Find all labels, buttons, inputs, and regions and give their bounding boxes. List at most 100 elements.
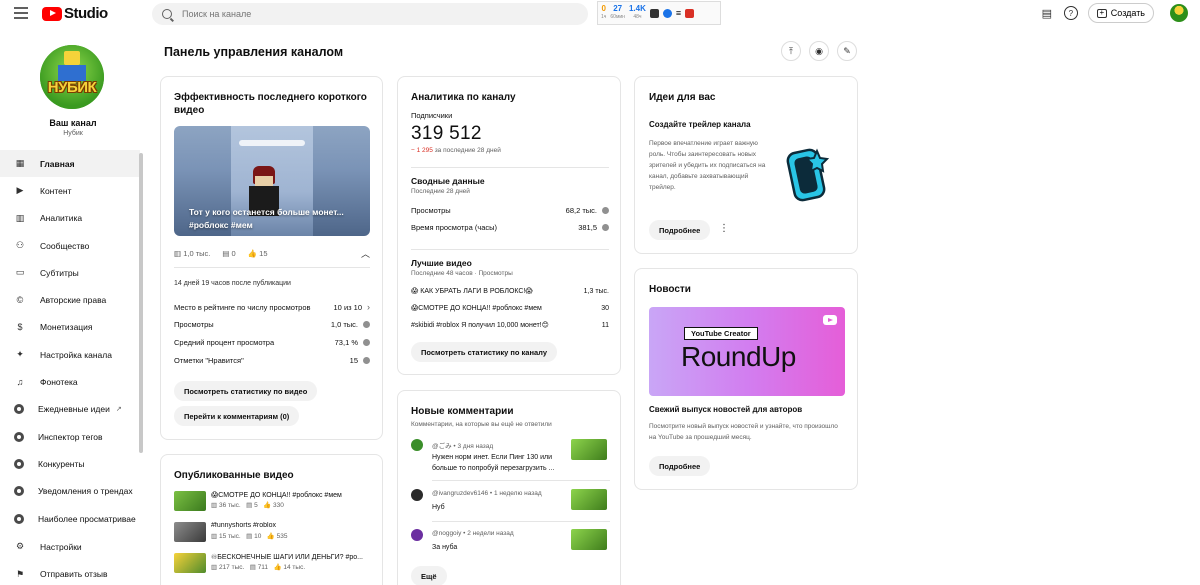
top-bar: Studio 01ч 2760мин 1.4K48ч ≡ ▤ ? + Созда… bbox=[0, 0, 1200, 29]
comments-icon: ▤ bbox=[222, 249, 230, 258]
ideas-subtitle: Создайте трейлер канала bbox=[649, 120, 751, 129]
summary-period: Последние 28 дней bbox=[411, 188, 470, 195]
info-icon[interactable] bbox=[363, 339, 370, 346]
news-image-label: YouTube Creator bbox=[684, 327, 758, 340]
logo-text: Studio bbox=[64, 5, 108, 22]
comments-subtitle: Комментарии, на которые вы ещё не ответи… bbox=[411, 421, 552, 428]
search-input[interactable] bbox=[182, 9, 562, 19]
avatar bbox=[411, 439, 423, 451]
upload-icon: ⤒ bbox=[789, 45, 793, 56]
video-thumbnail bbox=[571, 439, 607, 460]
ideas-card: Идеи для вас Создайте трейлер канала Пер… bbox=[634, 76, 858, 254]
info-icon[interactable] bbox=[363, 357, 370, 364]
sidebar-item-daily-ideas[interactable]: Ежедневные идеи ↗ bbox=[0, 396, 140, 423]
ext-grid-icon[interactable] bbox=[649, 8, 659, 18]
go-live-button[interactable]: ◉ bbox=[809, 41, 829, 61]
channel-handle: Нубик bbox=[63, 130, 83, 137]
help-icon[interactable]: ? bbox=[1063, 6, 1078, 20]
published-videos-card: Опубликованные видео 😱СМОТРЕ ДО КОНЦА!! … bbox=[160, 454, 383, 585]
ext-stat-48h: 1.4K 48ч bbox=[628, 4, 646, 21]
info-icon[interactable] bbox=[602, 207, 609, 214]
messages-icon[interactable]: ▤ bbox=[1040, 6, 1054, 20]
channel-stats-button[interactable]: Посмотреть статистику по каналу bbox=[411, 342, 558, 362]
summary-watchtime-row: Время просмотра (часы) 381,5 bbox=[411, 223, 609, 232]
sidebar-item-subtitles[interactable]: ▭ Субтитры bbox=[0, 259, 140, 286]
ext-logo-icon[interactable] bbox=[662, 8, 672, 18]
ideas-more-button[interactable]: Подробнее bbox=[649, 220, 711, 240]
sidebar-item-customization[interactable]: ✦ Настройка канала bbox=[0, 341, 140, 368]
top-video-row[interactable]: 😱СМОТРЕ ДО КОНЦА!! #роблокс #мем 30 bbox=[411, 304, 609, 313]
subtitles-icon: ▭ bbox=[15, 267, 25, 278]
top-video-row[interactable]: 😱 КАК УБРАТЬ ЛАГИ В РОБЛОКС!😱 1,3 тыс. bbox=[411, 287, 609, 296]
sidebar-item-monetization[interactable]: $ Монетизация bbox=[0, 314, 140, 341]
create-button[interactable]: + Создать bbox=[1087, 3, 1154, 23]
news-more-button[interactable]: Подробнее bbox=[649, 456, 711, 476]
sidebar-item-tag-inspector[interactable]: Инспектор тегов bbox=[0, 423, 140, 450]
community-icon: ⚇ bbox=[15, 240, 25, 251]
ext-stat-1h: 0 1ч bbox=[601, 4, 607, 21]
avatar bbox=[411, 529, 423, 541]
sidebar-item-community[interactable]: ⚇ Сообщество bbox=[0, 232, 140, 259]
sidebar-item-competitors[interactable]: Конкуренты bbox=[0, 450, 140, 477]
sidebar-item-most-viewed[interactable]: Наиболее просматривае bbox=[0, 505, 140, 532]
video-thumbnail bbox=[174, 491, 206, 511]
analytics-icon: ▥ bbox=[15, 212, 25, 223]
last-short-title: Эффективность последнего короткого видео bbox=[174, 92, 367, 116]
video-thumbnail bbox=[174, 553, 206, 573]
last-short-card: Эффективность последнего короткого видео… bbox=[160, 76, 383, 440]
top-video-row[interactable]: #skibidi #roblox Я получил 10,000 монет!… bbox=[411, 321, 609, 330]
sidebar-scrollbar[interactable] bbox=[139, 153, 143, 453]
edit-icon: ✎ bbox=[843, 45, 851, 56]
ext-alert-icon[interactable] bbox=[685, 8, 695, 18]
create-icon: + bbox=[1096, 8, 1107, 18]
sidebar-item-feedback[interactable]: ⚑ Отправить отзыв bbox=[0, 560, 140, 585]
avg-percent-row: Средний процент просмотра 73,1 % bbox=[174, 338, 370, 347]
external-link-icon: ↗ bbox=[115, 406, 122, 414]
sidebar-item-content[interactable]: ▶ Контент bbox=[0, 177, 140, 204]
views-icon: ▥ bbox=[174, 249, 182, 258]
video-stats-button[interactable]: Посмотреть статистику по видео bbox=[174, 381, 318, 401]
rank-row[interactable]: Место в рейтинге по числу просмотров 10 и… bbox=[174, 302, 370, 312]
news-text: Посмотрите новый выпуск новостей и узнай… bbox=[649, 423, 838, 441]
sidebar-item-analytics[interactable]: ▥ Аналитика bbox=[0, 205, 140, 232]
list-item[interactable]: ♾БЕСКОНЕЧНЫЕ ШАГИ ИЛИ ДЕНЬГИ? #ро... ▥ 2… bbox=[174, 553, 374, 575]
page-title: Панель управления каналом bbox=[164, 45, 344, 59]
comments-stat: ▤ 0 bbox=[222, 249, 236, 258]
sidebar-item-audio-library[interactable]: ♫ Фонотека bbox=[0, 368, 140, 395]
sidebar-item-settings[interactable]: ⚙ Настройки bbox=[0, 533, 140, 560]
create-post-button[interactable]: ✎ bbox=[837, 41, 857, 61]
search-bar[interactable] bbox=[152, 3, 588, 25]
account-avatar[interactable] bbox=[1170, 4, 1188, 22]
go-to-comments-button[interactable]: Перейти к комментариям (0) bbox=[174, 406, 300, 426]
most-viewed-icon bbox=[14, 513, 24, 524]
channel-name: Ваш канал bbox=[49, 118, 97, 128]
menu-icon[interactable] bbox=[14, 7, 28, 19]
chevron-right-icon: › bbox=[367, 302, 370, 312]
info-icon[interactable] bbox=[363, 321, 370, 328]
channel-avatar[interactable]: НУБИК bbox=[40, 45, 104, 109]
sidebar-item-dashboard[interactable]: ▦ Главная bbox=[0, 150, 140, 178]
news-image[interactable]: YouTube Creator RoundUp bbox=[649, 307, 845, 396]
news-card: Новости YouTube Creator RoundUp Свежий в… bbox=[634, 268, 858, 490]
list-item[interactable]: #funnyshorts #roblox ▥ 15 тыс. ▤ 10 👍 53… bbox=[174, 522, 374, 544]
youtube-icon bbox=[823, 315, 837, 325]
sidebar-item-trend-alerts[interactable]: Уведомления о трендах bbox=[0, 478, 140, 505]
sidebar-item-copyright[interactable]: © Авторские права bbox=[0, 286, 140, 313]
ideas-title: Идеи для вас bbox=[649, 92, 716, 103]
studio-logo[interactable]: Studio bbox=[42, 5, 108, 22]
more-options-icon[interactable]: ⋮ bbox=[719, 223, 729, 234]
more-comments-button[interactable]: Ещё bbox=[411, 566, 447, 585]
ext-stat-60min: 27 60мин bbox=[610, 4, 625, 21]
customization-icon: ✦ bbox=[16, 349, 24, 360]
youtube-play-icon bbox=[42, 6, 62, 21]
last-short-thumbnail[interactable]: Тот у кого останется больше монет... #ро… bbox=[174, 126, 370, 236]
ext-menu-icon[interactable]: ≡ bbox=[676, 8, 681, 18]
sidebar: НУБИК Ваш канал Нубик ▦ Главная ▶ Контент … bbox=[0, 29, 146, 585]
upload-button[interactable]: ⤒ bbox=[781, 41, 801, 61]
chevron-up-icon[interactable]: ︿ bbox=[361, 247, 370, 260]
info-icon[interactable] bbox=[602, 224, 609, 231]
list-item[interactable]: 😱СМОТРЕ ДО КОНЦА!! #роблокс #мем ▥ 36 ты… bbox=[174, 491, 374, 513]
monetization-icon: $ bbox=[17, 322, 23, 333]
summary-views-row: Просмотры 68,2 тыс. bbox=[411, 206, 609, 215]
extension-toolbar[interactable]: 0 1ч 27 60мин 1.4K 48ч ≡ bbox=[597, 1, 721, 25]
